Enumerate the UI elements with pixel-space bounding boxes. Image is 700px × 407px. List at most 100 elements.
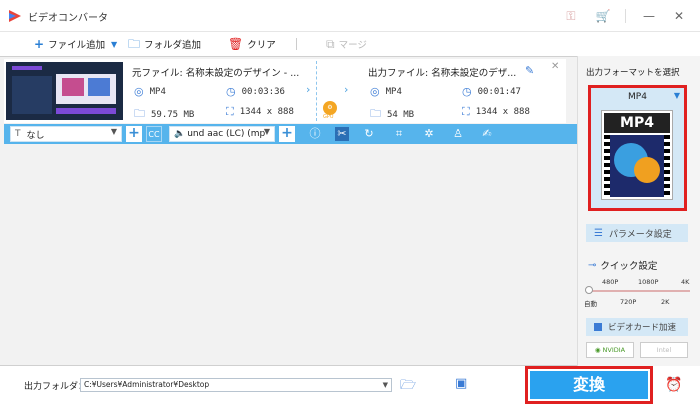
title-divider	[625, 9, 626, 23]
format-icon: ◎	[370, 85, 380, 98]
text-icon: T	[15, 129, 21, 139]
key-icon[interactable]: ⚿	[562, 7, 580, 25]
quick-settings-label: ⊸ クイック設定	[588, 259, 658, 273]
source-resolution: ⛶ 1344 x 888	[226, 105, 294, 118]
chip-icon	[594, 323, 602, 331]
minimize-button[interactable]: —	[640, 7, 658, 25]
edit-toolbar: T なし ▼ + CC 🔈 und aac (LC) (mp ▼ + ⓘ ✂ ↻…	[4, 124, 577, 144]
chevron-right-icon: ›	[344, 83, 349, 96]
clear-label: クリア	[247, 40, 276, 51]
convert-highlight: 変換	[525, 366, 653, 404]
folder-plus-icon: 🗀	[128, 37, 141, 51]
plus-icon: +	[34, 37, 45, 51]
clear-button[interactable]: 🗑 クリア	[228, 36, 276, 52]
toolbar-divider	[296, 38, 297, 50]
subtitle-edit-icon[interactable]: ✍	[480, 127, 494, 141]
bottom-bar: 出力フォルダ： C:¥Users¥Administrator¥Desktop ▼…	[0, 366, 700, 407]
quality-slider[interactable]	[588, 290, 690, 292]
quality-2k: 2K	[661, 298, 670, 306]
speaker-icon: 🔈	[174, 129, 186, 139]
source-duration: ◷ 00:03:36	[226, 85, 285, 98]
resolution-icon: ⛶	[226, 105, 234, 118]
add-folder-label: フォルダ追加	[144, 40, 202, 51]
app-logo-icon	[9, 10, 21, 22]
merge-button[interactable]: ⧉ マージ	[326, 36, 367, 52]
video-list: 元ファイル: 名称未設定のデザイン - ... ◎ MP4 ◷ 00:03:36 🗀…	[0, 56, 577, 366]
alarm-clock-icon[interactable]: ⏰	[665, 377, 682, 393]
toolbar: + ファイル追加 ▼ 🗀 フォルダ追加 🗑 クリア ⧉ マージ	[0, 32, 577, 56]
add-subtitle-button[interactable]: +	[126, 126, 142, 142]
watermark-icon[interactable]: ♙	[451, 127, 465, 141]
sliders-icon: ☰	[594, 227, 603, 239]
gpu-icon: ⚙	[323, 101, 337, 115]
source-format: ◎ MP4	[134, 85, 166, 98]
output-format-selector[interactable]: MP4 ▼ MP4	[588, 85, 687, 211]
subtitle-dropdown[interactable]: T なし ▼	[10, 126, 122, 142]
video-preview-icon[interactable]: ▣	[455, 376, 467, 391]
clock-icon: ◷	[462, 85, 472, 98]
output-resolution: ⛶ 1344 x 888	[462, 105, 530, 118]
merge-icon: ⧉	[326, 37, 335, 51]
output-file-title: 出力ファイル: 名称未設定のデザ...	[368, 68, 517, 79]
output-folder-path[interactable]: C:¥Users¥Administrator¥Desktop ▼	[80, 378, 392, 392]
quality-1080p: 1080P	[638, 278, 659, 286]
resolution-icon: ⛶	[462, 105, 470, 118]
crop-icon[interactable]: ⌗	[392, 127, 406, 141]
rotate-icon[interactable]: ↻	[362, 127, 376, 141]
chevron-down-icon: ▼	[110, 127, 117, 136]
format-select-label: 出力フォーマットを選択	[586, 68, 680, 78]
pencil-icon[interactable]: ✎	[525, 64, 534, 77]
parameter-settings-button[interactable]: ☰ パラメータ設定	[586, 224, 688, 242]
source-size: 🗀 59.75 MB	[134, 105, 194, 124]
intel-badge[interactable]: Intel	[640, 342, 688, 358]
quality-4k: 4K	[681, 278, 690, 286]
folder-icon: 🗀	[134, 107, 145, 120]
add-folder-button[interactable]: 🗀 フォルダ追加	[128, 36, 201, 52]
merge-label: マージ	[338, 40, 367, 51]
quality-auto: 自動	[584, 300, 597, 308]
nvidia-badge[interactable]: ◉ NVIDIA	[586, 342, 634, 358]
gpu-acceleration-button[interactable]: ビデオカード加速	[586, 318, 688, 336]
folder-icon: 🗀	[370, 107, 381, 120]
format-name: MP4	[628, 92, 647, 102]
app-title: ビデオコンバータ	[28, 13, 108, 24]
format-icon: ◎	[134, 85, 144, 98]
cart-icon[interactable]: 🛒	[594, 7, 612, 25]
trash-icon: 🗑	[228, 37, 244, 51]
cut-icon[interactable]: ✂	[335, 127, 349, 141]
divider-line	[316, 61, 317, 121]
add-file-label: ファイル追加	[48, 40, 106, 51]
quality-480p: 480P	[602, 278, 619, 286]
video-item: 元ファイル: 名称未設定のデザイン - ... ◎ MP4 ◷ 00:03:36 🗀…	[4, 59, 566, 123]
chevron-down-icon: ▼	[382, 381, 388, 389]
open-folder-icon[interactable]: 🗁	[400, 376, 416, 398]
slider-icon: ⊸	[588, 259, 597, 271]
right-panel: 出力フォーマットを選択 MP4 ▼ MP4 ☰ パラメータ設定 ⊸ クイック設定…	[577, 56, 700, 366]
video-thumbnail[interactable]	[6, 62, 123, 120]
add-file-dropdown-icon[interactable]: ▼	[111, 36, 117, 52]
quality-720p: 720P	[620, 298, 637, 306]
audio-dropdown[interactable]: 🔈 und aac (LC) (mp ▼	[169, 126, 275, 142]
mp4-format-icon: MP4	[601, 110, 673, 200]
output-duration: ◷ 00:01:47	[462, 85, 521, 98]
add-audio-button[interactable]: +	[279, 126, 295, 142]
clock-icon: ◷	[226, 85, 236, 98]
cc-button[interactable]: CC	[146, 126, 162, 142]
gpu-label: GPU	[323, 114, 334, 120]
quality-slider-handle[interactable]	[585, 286, 593, 294]
nvidia-icon: ◉	[594, 346, 601, 354]
convert-button[interactable]: 変換	[530, 371, 648, 399]
add-file-button[interactable]: + ファイル追加	[34, 36, 105, 52]
effect-icon[interactable]: ✲	[422, 127, 436, 141]
chevron-right-icon: ›	[306, 83, 311, 96]
caret-down-icon: ▼	[673, 91, 680, 100]
output-size: 🗀 54 MB	[370, 105, 414, 124]
output-folder-label: 出力フォルダ：	[24, 382, 88, 392]
remove-item-icon[interactable]: ✕	[551, 61, 559, 72]
title-bar: ビデオコンバータ ⚿ 🛒 — ✕	[0, 0, 700, 32]
source-file-title: 元ファイル: 名称未設定のデザイン - ...	[132, 68, 300, 79]
info-icon[interactable]: ⓘ	[308, 127, 322, 141]
close-button[interactable]: ✕	[670, 7, 688, 25]
output-format: ◎ MP4	[370, 85, 402, 98]
chevron-down-icon: ▼	[263, 127, 270, 136]
